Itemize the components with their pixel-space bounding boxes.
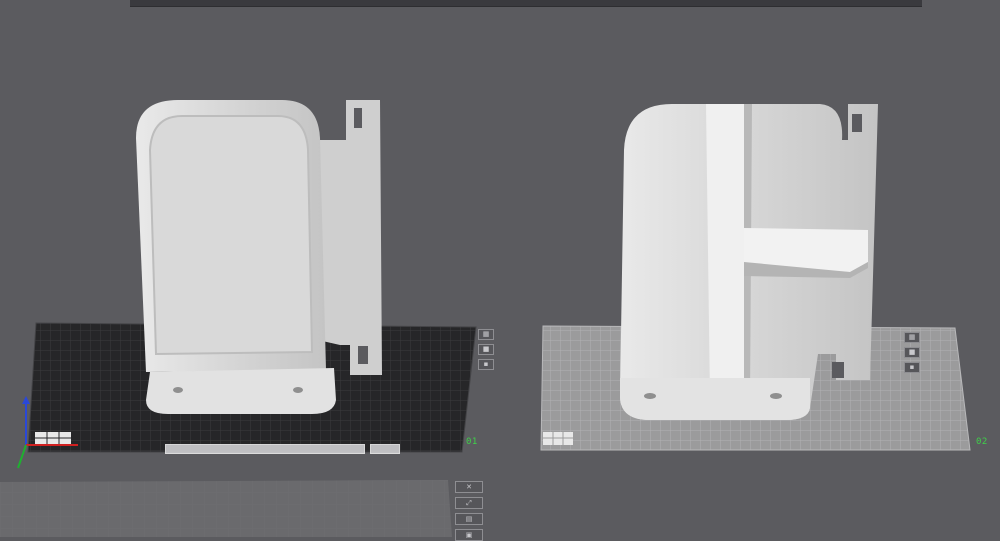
plate-logo-icon: [543, 432, 573, 445]
plate-name-tag[interactable]: [370, 444, 400, 454]
build-plate-3[interactable]: [0, 480, 452, 537]
plate-name-field[interactable]: [165, 444, 365, 454]
lock-icon[interactable]: ▣: [455, 529, 483, 541]
model-2[interactable]: [620, 104, 878, 420]
layout-icon[interactable]: ▤: [455, 513, 483, 525]
3d-viewport[interactable]: 01 02 ▦ ■ ▪ ▦ ■ ▪ ✕ ⤢ ▤ ▣: [0, 0, 1000, 541]
plate-2-toolbar: ▦ ■ ▪: [904, 332, 920, 373]
move-icon[interactable]: ⤢: [455, 497, 483, 509]
plate-label-2: 02: [976, 437, 988, 447]
settings-icon[interactable]: ▪: [478, 359, 494, 370]
arrange-icon[interactable]: ▦: [904, 332, 920, 343]
plate-1-toolbar: ▦ ■ ▪: [478, 329, 494, 370]
settings-icon[interactable]: ▪: [904, 362, 920, 373]
lock-icon[interactable]: ■: [904, 347, 920, 358]
lock-icon[interactable]: ■: [478, 344, 494, 355]
plate-3-toolbar: ✕ ⤢ ▤ ▣: [455, 481, 483, 541]
plate-logo-icon: [35, 432, 71, 444]
arrange-icon[interactable]: ▦: [478, 329, 494, 340]
close-icon[interactable]: ✕: [455, 481, 483, 493]
scene-canvas[interactable]: [0, 0, 1000, 537]
plate-label-1: 01: [466, 437, 478, 447]
